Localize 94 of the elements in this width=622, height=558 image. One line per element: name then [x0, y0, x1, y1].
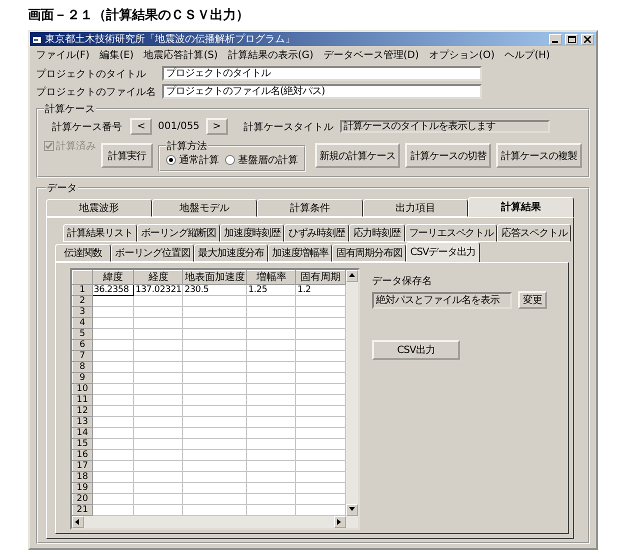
change-button[interactable]: 変更: [518, 291, 547, 309]
group-title: データ: [46, 182, 78, 195]
run-button[interactable]: 計算実行: [101, 143, 153, 168]
row-header: 15: [72, 438, 92, 450]
row-header: 13: [72, 416, 92, 428]
save-path-field: 絶対パスとファイル名を表示: [372, 292, 512, 308]
window-title: 東京都土木技術研究所「地震波の伝播解析プログラム」: [45, 32, 296, 46]
table-cell: 137.02321: [134, 284, 183, 296]
column-header: 地表面加速度: [182, 270, 247, 284]
app-icon: [32, 34, 42, 44]
table-cell: 1.25: [246, 284, 296, 296]
previous-button[interactable]: <: [130, 118, 152, 135]
tab[interactable]: ボーリング縦断図: [136, 224, 220, 242]
tab[interactable]: 出力項目: [362, 199, 468, 217]
radio-button[interactable]: [166, 155, 176, 165]
row-header: 12: [72, 406, 92, 416]
tab[interactable]: 計算結果リスト: [63, 224, 137, 242]
radio-label: 通常計算: [179, 154, 219, 167]
field-label: 計算ケース番号: [51, 120, 123, 134]
tab[interactable]: 最大加速度分布: [194, 244, 268, 262]
maximize-button[interactable]: [565, 34, 578, 44]
table-cell: 1.2: [296, 284, 346, 296]
minimize-button[interactable]: [549, 34, 562, 44]
vertical-scrollbar[interactable]: [346, 270, 358, 516]
row-header: 2: [72, 296, 92, 306]
field-label: プロジェクトのタイトル: [36, 68, 147, 80]
row-header: 5: [72, 328, 92, 340]
arrow-icon: [74, 518, 82, 526]
text-field[interactable]: プロジェクトのファイル名(絶対パス): [162, 84, 482, 99]
menu-item[interactable]: 編集(E): [100, 48, 134, 62]
menu-item[interactable]: オプション(O): [428, 48, 495, 62]
row-header: 20: [72, 494, 92, 504]
action-button[interactable]: 計算ケースの複製: [496, 143, 582, 168]
row-header: 17: [72, 460, 92, 472]
tab[interactable]: 地震波形: [46, 199, 152, 217]
tab[interactable]: ひずみ時刻歴: [284, 224, 349, 242]
group-title: 計算方法: [166, 140, 208, 153]
close-icon: [584, 36, 591, 42]
row-header: 7: [72, 350, 92, 362]
row-header: 1: [72, 284, 92, 296]
column-header: 固有周期: [296, 270, 346, 284]
radio-button[interactable]: [225, 155, 235, 165]
group-title: 計算ケース: [44, 102, 96, 116]
tab[interactable]: 計算結果: [468, 197, 574, 217]
row-header: 16: [72, 450, 92, 460]
tab[interactable]: 伝達関数: [55, 244, 111, 262]
checkbox-label: 計算済み: [56, 140, 96, 153]
row-header: 3: [72, 306, 92, 318]
row-header: 11: [72, 394, 92, 406]
column-header: 増幅率: [246, 270, 296, 284]
action-button[interactable]: 新規の計算ケース: [314, 143, 400, 168]
text-field[interactable]: プロジェクトのタイトル: [162, 66, 482, 81]
document-title: 画面－２１（計算結果のＣＳＶ出力）: [28, 6, 250, 24]
tab[interactable]: 応力時刻歴: [348, 224, 405, 242]
row-header: 10: [72, 384, 92, 394]
field-label: プロジェクトのファイル名: [36, 86, 156, 98]
horizontal-scrollbar[interactable]: [72, 516, 358, 528]
table-cell: 36.2358: [92, 284, 134, 296]
tab[interactable]: 固有周期分布図: [332, 244, 406, 262]
case-counter: 001/055: [158, 121, 200, 132]
field-label: データ保存名: [372, 275, 433, 288]
row-header: 6: [72, 340, 92, 350]
row-header: 4: [72, 318, 92, 328]
menu-item[interactable]: 地震応答計算(S): [144, 48, 218, 62]
next-button[interactable]: >: [206, 118, 228, 135]
menu-item[interactable]: ヘルプ(H): [504, 48, 550, 62]
row-header: 9: [72, 372, 92, 384]
menu-item[interactable]: データベース管理(D): [323, 48, 419, 62]
row-header: 19: [72, 482, 92, 494]
tab[interactable]: 地盤モデル: [152, 199, 258, 217]
table-cell: 230.5: [182, 284, 247, 296]
row-header: 21: [72, 504, 92, 516]
field-label: 計算ケースタイトル: [244, 120, 334, 134]
tab[interactable]: CSVデータ出力: [406, 242, 480, 262]
menu-item[interactable]: 計算結果の表示(G): [228, 48, 314, 62]
menu-item[interactable]: ファイル(F): [36, 48, 90, 62]
tab[interactable]: 加速度時刻歴: [220, 224, 284, 242]
tab[interactable]: 加速度増幅率: [268, 244, 332, 262]
tab[interactable]: 応答スペクトル: [497, 224, 572, 242]
maximize-icon: [568, 36, 576, 42]
tab[interactable]: フーリエスペクトル: [404, 224, 498, 242]
tab[interactable]: 計算条件: [257, 199, 363, 217]
close-button[interactable]: [581, 34, 594, 44]
case-title-field: 計算ケースのタイトルを表示します: [340, 120, 550, 133]
action-button[interactable]: 計算ケースの切替: [405, 143, 492, 168]
row-header: 14: [72, 428, 92, 438]
row-header: 8: [72, 362, 92, 372]
row-header: 18: [72, 472, 92, 482]
column-header: 経度: [134, 270, 183, 284]
csv-export-button[interactable]: CSV出力: [372, 340, 460, 360]
arrow-icon: [348, 272, 356, 280]
radio-label: 基盤層の計算: [238, 154, 298, 167]
column-header: 緯度: [92, 270, 134, 284]
tab[interactable]: ボーリング位置図: [111, 244, 194, 262]
